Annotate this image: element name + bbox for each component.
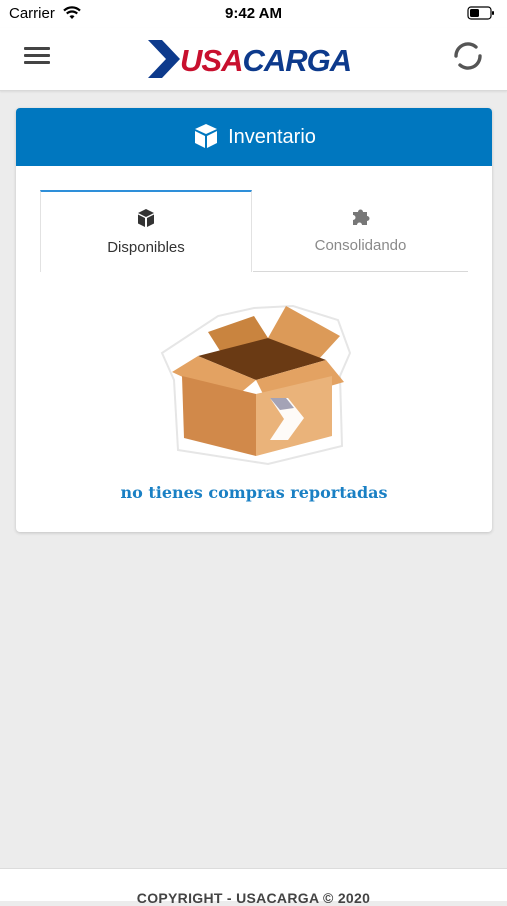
empty-state-message: no tienes compras reportadas bbox=[120, 483, 388, 502]
empty-box-illustration bbox=[160, 304, 352, 466]
app-header: USACARGA bbox=[0, 28, 507, 91]
card-title: Inventario bbox=[228, 125, 316, 148]
menu-button[interactable] bbox=[22, 42, 58, 72]
tab-bar: Disponibles Consolidando bbox=[40, 190, 468, 272]
cube-icon bbox=[195, 124, 218, 148]
clock: 9:42 AM bbox=[225, 5, 282, 22]
cube-icon bbox=[138, 209, 154, 227]
hamburger-menu-icon bbox=[24, 47, 50, 50]
footer: COPYRIGHT - USACARGA © 2020 bbox=[0, 868, 507, 906]
tab-label: Consolidando bbox=[314, 237, 407, 254]
svg-text:USACARGA: USACARGA bbox=[180, 43, 351, 78]
refresh-button[interactable] bbox=[450, 38, 486, 74]
copyright-text: COPYRIGHT - USACARGA © 2020 bbox=[136, 890, 371, 906]
status-bar: Carrier 9:42 AM bbox=[0, 0, 507, 28]
tab-consolidando[interactable]: Consolidando bbox=[253, 190, 468, 272]
inventory-card: Inventario Disponibles Consolidando no t… bbox=[16, 108, 492, 532]
usacarga-logo: USACARGA bbox=[148, 40, 352, 78]
tab-disponibles[interactable]: Disponibles bbox=[40, 190, 252, 272]
puzzle-icon bbox=[352, 209, 369, 225]
refresh-icon bbox=[454, 42, 482, 70]
battery-icon bbox=[467, 6, 494, 20]
tab-label: Disponibles bbox=[107, 239, 185, 256]
card-header: Inventario bbox=[16, 108, 492, 166]
